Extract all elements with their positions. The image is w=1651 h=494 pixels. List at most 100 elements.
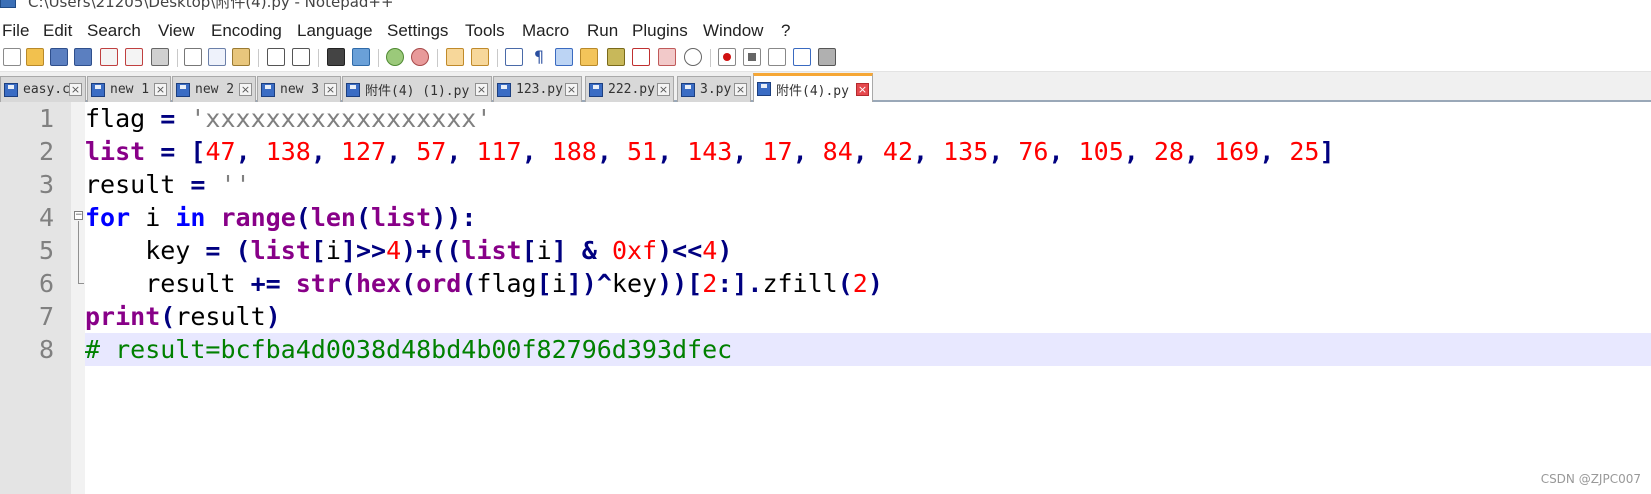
run-macro-multiple-icon[interactable] (793, 48, 811, 66)
menu-macro[interactable]: Macro (522, 21, 569, 41)
fold-collapse-icon[interactable]: − (74, 211, 83, 220)
code-line[interactable]: for i in range(len(list)): (85, 201, 1651, 234)
code-token: len (310, 203, 356, 232)
tab-close-icon[interactable]: × (69, 83, 82, 96)
code-editor[interactable]: flag = 'xxxxxxxxxxxxxxxxxx' list = [47, 1… (85, 102, 1651, 494)
copy-icon[interactable] (208, 48, 226, 66)
code-token: ( (355, 203, 372, 232)
code-line[interactable]: result += str(hex(ord(flag[i])^key))[2:]… (85, 267, 1651, 300)
playback-macro-icon[interactable] (768, 48, 786, 66)
code-token: ) (867, 269, 883, 298)
record-macro-icon[interactable] (718, 48, 736, 66)
fold-margin[interactable] (71, 102, 85, 494)
menu-edit[interactable]: Edit (43, 21, 72, 41)
menu-plugins[interactable]: Plugins (632, 21, 688, 41)
code-line[interactable]: flag = 'xxxxxxxxxxxxxxxxxx' (85, 102, 1651, 135)
folder-workspace-icon[interactable] (658, 48, 676, 66)
menu-language[interactable]: Language (297, 21, 373, 41)
new-file-icon[interactable] (3, 48, 21, 66)
tab-label: 3.py (700, 82, 732, 97)
menu-encoding[interactable]: Encoding (211, 21, 282, 41)
stop-recording-icon[interactable] (743, 48, 761, 66)
tab-123-py[interactable]: 123.py × (493, 76, 582, 102)
menu-settings[interactable]: Settings (387, 21, 448, 41)
zoom-out-icon[interactable] (411, 48, 429, 66)
line-number: 5 (38, 236, 54, 265)
code-token: , (732, 137, 763, 166)
tab-close-icon[interactable]: × (475, 83, 488, 96)
menu-search[interactable]: Search (87, 21, 141, 41)
file-saved-icon (681, 82, 695, 97)
tab-label: new 1 (110, 82, 150, 97)
code-token: )<< (657, 236, 703, 265)
menu-view[interactable]: View (158, 21, 195, 41)
document-map-icon[interactable] (607, 48, 625, 66)
tab-3-py[interactable]: 3.py × (677, 76, 751, 102)
code-token: ( (461, 269, 477, 298)
line-number: 4 (38, 203, 54, 232)
code-token: , (596, 137, 627, 166)
code-line[interactable]: key = (list[i]>>4)+((list[i] & 0xf)<<4) (85, 234, 1651, 267)
menu-help[interactable]: ? (781, 21, 790, 41)
menu-file[interactable]: File (2, 21, 29, 41)
tab-close-icon[interactable]: × (154, 83, 167, 96)
save-all-icon[interactable] (74, 48, 92, 66)
file-saved-icon (4, 82, 18, 97)
paste-icon[interactable] (232, 48, 250, 66)
tab-close-icon[interactable]: × (657, 83, 670, 96)
code-token: key (611, 269, 658, 298)
tab-close-icon[interactable]: × (324, 83, 337, 96)
tab-close-icon[interactable]: × (565, 83, 578, 96)
cut-icon[interactable] (184, 48, 202, 66)
close-all-icon[interactable] (125, 48, 143, 66)
tab-close-icon[interactable]: × (734, 83, 747, 96)
save-macro-icon[interactable] (818, 48, 836, 66)
fold-guide-end (78, 283, 84, 284)
window-title: C:\Users\21205\Desktop\附件(4).py - Notepa… (28, 0, 394, 11)
menu-window[interactable]: Window (703, 21, 763, 41)
code-line[interactable]: print(result) (85, 300, 1651, 333)
indent-guide-icon[interactable] (555, 48, 573, 66)
menu-tools[interactable]: Tools (465, 21, 505, 41)
tab-close-icon[interactable]: × (239, 83, 252, 96)
replace-icon[interactable] (352, 48, 370, 66)
menu-run[interactable]: Run (587, 21, 618, 41)
code-line[interactable]: result = '' (85, 168, 1651, 201)
tab-new-1[interactable]: new 1 × (87, 76, 171, 102)
sync-vertical-icon[interactable] (446, 48, 464, 66)
code-token: [ (190, 137, 206, 166)
word-wrap-icon[interactable] (505, 48, 523, 66)
redo-icon[interactable] (292, 48, 310, 66)
save-icon[interactable] (50, 48, 68, 66)
print-icon[interactable] (151, 48, 169, 66)
monitoring-icon[interactable] (684, 48, 702, 66)
show-all-chars-icon[interactable]: ¶ (530, 48, 548, 66)
sync-horizontal-icon[interactable] (471, 48, 489, 66)
code-token: = (160, 137, 176, 166)
tab-easy-c[interactable]: easy.c × (0, 76, 86, 102)
code-line[interactable]: # result=bcfba4d0038d48bd4b00f82796d393d… (85, 333, 1651, 366)
line-number: 3 (38, 170, 54, 199)
code-token: 117 (476, 137, 522, 166)
code-token: 127 (340, 137, 387, 166)
code-token: list (461, 236, 522, 265)
tab-attachment-4-active[interactable]: 附件(4).py × (753, 73, 873, 102)
function-list-icon[interactable] (632, 48, 650, 66)
undo-icon[interactable] (267, 48, 285, 66)
code-token: 17 (762, 137, 793, 166)
tab-attachment-4-copy[interactable]: 附件(4) (1).py × (342, 76, 492, 102)
line-number-gutter[interactable]: 1 2 3 4 5 6 7 8 (0, 102, 71, 494)
code-line[interactable]: list = [47, 138, 127, 57, 117, 188, 51, … (85, 135, 1651, 168)
tab-new-3[interactable]: new 3 × (257, 76, 341, 102)
open-file-icon[interactable] (26, 48, 44, 66)
tab-close-icon[interactable]: × (856, 82, 869, 96)
tab-new-2[interactable]: new 2 × (172, 76, 256, 102)
code-token: , (1183, 137, 1215, 166)
tab-222-py[interactable]: 222.py × (585, 76, 674, 102)
find-icon[interactable] (327, 48, 345, 66)
close-icon[interactable] (100, 48, 118, 66)
zoom-in-icon[interactable] (386, 48, 404, 66)
user-language-icon[interactable] (580, 48, 598, 66)
